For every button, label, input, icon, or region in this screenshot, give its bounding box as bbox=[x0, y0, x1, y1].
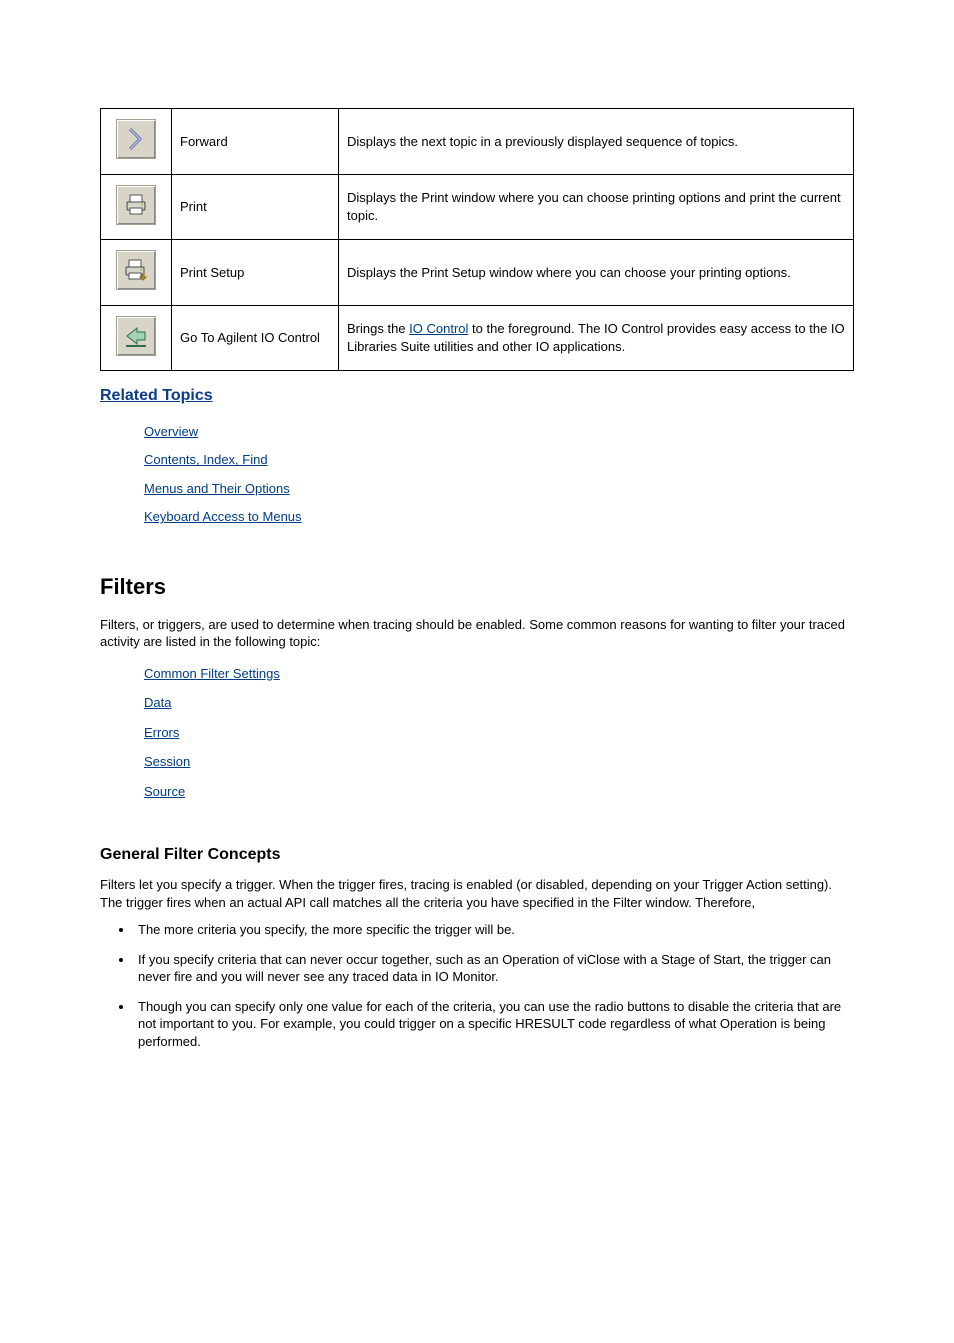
table-label: Print bbox=[172, 174, 339, 240]
toolbar-reference-table: Forward Displays the next topic in a pre… bbox=[100, 108, 854, 371]
common-filter-list: Common Filter Settings Data Errors Sessi… bbox=[100, 665, 854, 801]
table-label: Forward bbox=[172, 109, 339, 175]
icon-cell bbox=[101, 305, 172, 371]
table-label: Go To Agilent IO Control bbox=[172, 305, 339, 371]
table-description: Brings the IO Control to the foreground.… bbox=[339, 305, 854, 371]
table-row: Print Displays the Print window where yo… bbox=[101, 174, 854, 240]
table-description: Displays the Print Setup window where yo… bbox=[339, 240, 854, 306]
related-topics-heading: Related Topics bbox=[100, 385, 854, 407]
related-link-overview[interactable]: Overview bbox=[144, 424, 198, 439]
general-filter-heading: General Filter Concepts bbox=[100, 844, 854, 866]
goto-icon bbox=[116, 316, 156, 356]
related-link-keyboard[interactable]: Keyboard Access to Menus bbox=[144, 509, 302, 524]
table-description: Displays the Print window where you can … bbox=[339, 174, 854, 240]
filters-paragraph: Filters, or triggers, are used to determ… bbox=[100, 616, 854, 651]
bullet-item: Though you can specify only one value fo… bbox=[134, 998, 854, 1051]
filter-link-data[interactable]: Data bbox=[144, 695, 171, 710]
common-filter-settings-link[interactable]: Common Filter Settings bbox=[144, 666, 280, 681]
related-topics-list: Overview Contents, Index, Find Menus and… bbox=[100, 423, 854, 526]
bullet-item: The more criteria you specify, the more … bbox=[134, 921, 854, 939]
general-filter-paragraph: Filters let you specify a trigger. When … bbox=[100, 876, 854, 911]
filter-link-errors[interactable]: Errors bbox=[144, 725, 179, 740]
icon-cell bbox=[101, 240, 172, 306]
table-description: Displays the next topic in a previously … bbox=[339, 109, 854, 175]
table-row: Go To Agilent IO Control Brings the IO C… bbox=[101, 305, 854, 371]
print-icon bbox=[116, 185, 156, 225]
forward-icon bbox=[116, 119, 156, 159]
table-row: Forward Displays the next topic in a pre… bbox=[101, 109, 854, 175]
filter-link-session[interactable]: Session bbox=[144, 754, 190, 769]
related-link-contents[interactable]: Contents, Index, Find bbox=[144, 452, 268, 467]
io-control-link[interactable]: IO Control bbox=[409, 321, 468, 336]
icon-cell bbox=[101, 109, 172, 175]
desc-prefix: Brings the bbox=[347, 321, 409, 336]
print-setup-icon bbox=[116, 250, 156, 290]
bullet-item: If you specify criteria that can never o… bbox=[134, 951, 854, 986]
filters-heading: Filters bbox=[100, 572, 854, 602]
table-row: Print Setup Displays the Print Setup win… bbox=[101, 240, 854, 306]
related-link-menus[interactable]: Menus and Their Options bbox=[144, 481, 290, 496]
general-filter-bullets: The more criteria you specify, the more … bbox=[100, 921, 854, 1050]
filter-link-source[interactable]: Source bbox=[144, 784, 185, 799]
table-label: Print Setup bbox=[172, 240, 339, 306]
icon-cell bbox=[101, 174, 172, 240]
